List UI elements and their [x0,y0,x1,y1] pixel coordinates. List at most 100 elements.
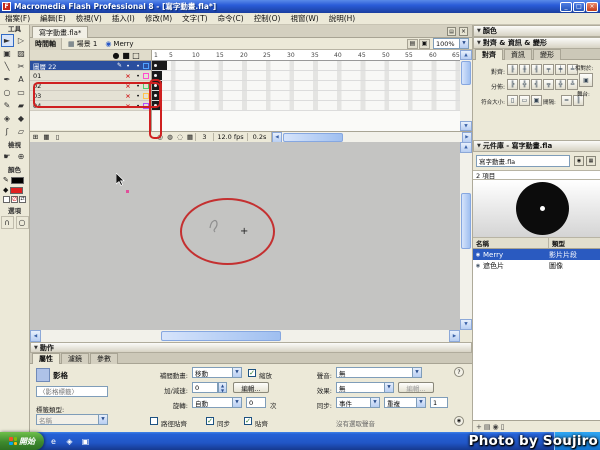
hand-tool[interactable]: ☛ [1,150,14,163]
library-item[interactable]: ◉ Merry 影片片段 [473,249,600,260]
match-size-button[interactable]: ▯ [507,95,518,106]
align-panel-header[interactable]: ▼ 對齊 & 資訊 & 變形 [473,37,600,49]
timeline-vscrollbar[interactable]: ▲ ▼ [460,50,472,131]
snap-path-checkbox[interactable] [150,417,158,425]
menu-item-help[interactable]: 說明(H) [324,13,361,24]
quick-launch-browser-icon[interactable]: e [47,435,60,448]
menu-item-view[interactable]: 檢視(V) [71,13,107,24]
scroll-thumb[interactable] [283,133,343,142]
layer-row[interactable]: 02 × • [30,81,151,91]
scene-breadcrumb[interactable]: 場景 1 [77,39,98,49]
frames-grid[interactable] [152,61,460,111]
repeat-select[interactable]: 重複 ▼ [384,397,426,408]
frame-row[interactable] [152,71,460,81]
match-size-button[interactable]: ▣ [531,95,542,106]
layer-row[interactable]: 03 × • [30,91,151,101]
menu-item-edit[interactable]: 編輯(E) [35,13,71,24]
maximize-button[interactable]: □ [573,2,585,12]
menu-item-modify[interactable]: 修改(M) [140,13,177,24]
outline-color-swatch[interactable] [143,93,149,99]
scroll-right-button[interactable]: ▶ [462,132,472,143]
label-type-select[interactable]: 名稱 ▼ [36,414,108,425]
stroke-color-swatch[interactable] [11,177,24,184]
align-button[interactable]: ╢ [531,64,542,75]
lock-toggle[interactable]: • [133,62,143,70]
column-header-name[interactable]: 名稱 [473,238,549,248]
ease-edit-button[interactable]: 編輯... [233,382,269,393]
outline-icon[interactable]: □ [131,51,141,60]
layer-row[interactable]: 圖層 22 ✎ • • [30,61,151,71]
distribute-button[interactable]: ╬ [555,79,566,90]
paint-bucket-tool[interactable]: ◆ [15,112,28,125]
onion-skin-icon[interactable]: ◍ [165,133,175,141]
actions-panel-header[interactable]: ▼ 動作 [30,342,472,353]
menu-item-insert[interactable]: 插入(I) [107,13,140,24]
distribute-button[interactable]: ╠ [507,79,518,90]
library-panel-header[interactable]: ▼ 元件庫 - 寫字動畫.fla [473,140,600,152]
visibility-toggle[interactable]: × [123,92,133,100]
tab-filters[interactable]: 濾鏡 [61,353,89,364]
scroll-thumb[interactable] [161,331,281,341]
align-button[interactable]: ╟ [507,64,518,75]
lock-icon[interactable]: ■ [121,51,131,60]
delete-layer-icon[interactable]: ▯ [52,133,63,141]
subselection-tool[interactable]: ▷ [15,34,28,47]
stage-hscrollbar[interactable]: ◀ ▶ [30,330,460,342]
document-close-button[interactable]: × [459,27,468,36]
scroll-up-button[interactable]: ▲ [460,142,472,153]
menu-item-file[interactable]: 檔案(F) [0,13,35,24]
minimize-button[interactable]: _ [560,2,572,12]
scroll-thumb[interactable] [461,61,471,85]
library-doc-select[interactable]: 寫字動畫.fla [476,155,570,167]
outline-color-swatch[interactable] [143,73,149,79]
visibility-toggle[interactable]: × [123,102,133,110]
scroll-up-button[interactable]: ▲ [460,50,472,60]
menu-item-control[interactable]: 控制(O) [249,13,286,24]
zoom-select[interactable]: 100% ▼ [433,38,469,49]
scale-checkbox[interactable]: ✓ [248,369,256,377]
sound-select[interactable]: 無 ▼ [336,367,422,378]
frame-row[interactable] [152,81,460,91]
rotate-select[interactable]: 自動 ▼ [192,397,242,408]
oval-tool[interactable]: ○ [1,86,14,99]
panel-maximize-icon[interactable]: ▤ [447,27,456,36]
align-button[interactable]: ╫ [519,64,530,75]
menu-item-window[interactable]: 視窗(W) [285,13,323,24]
tab-info[interactable]: 資訊 [504,49,532,60]
scroll-left-button[interactable]: ◀ [272,132,282,143]
lock-toggle[interactable]: • [133,102,143,110]
close-button[interactable]: × [586,2,598,12]
color-panel-header[interactable]: ▼ 顏色 [473,25,600,37]
outline-color-swatch[interactable] [143,63,149,69]
visibility-toggle[interactable]: × [123,82,133,90]
delete-item-button[interactable]: ▯ [501,423,505,431]
fill-color-swatch[interactable] [10,187,23,194]
frame-row[interactable] [152,61,460,71]
layer-row[interactable]: 04 × • [30,101,151,111]
menu-item-commands[interactable]: 命令(C) [213,13,249,24]
eyedropper-tool[interactable]: ʃ [1,125,14,138]
tab-align[interactable]: 對齊 [475,49,503,60]
effect-select[interactable]: 無 ▼ [336,382,394,393]
panel-menu-icon[interactable]: ◉ [454,416,464,426]
library-item[interactable]: ◉ 遮色片 圖像 [473,260,600,271]
frame-label-input[interactable] [36,386,108,397]
frame-row[interactable] [152,101,460,111]
ink-bottle-tool[interactable]: ◈ [1,112,14,125]
layer-row[interactable]: 01 × • [30,71,151,81]
tween-select[interactable]: 移動 ▼ [192,367,242,378]
edit-scene-button[interactable]: ▤ [407,39,418,49]
lock-toggle[interactable]: • [133,72,143,80]
space-button[interactable]: ═ [561,95,572,106]
eraser-tool[interactable]: ▱ [15,125,28,138]
align-button[interactable]: ╤ [543,64,554,75]
center-frame-icon[interactable]: ◎ [155,133,165,141]
quick-launch-desktop-icon[interactable]: ◈ [63,435,76,448]
line-tool[interactable]: ╲ [1,60,14,73]
sync-select[interactable]: 事件 ▼ [336,397,380,408]
text-tool[interactable]: A [15,73,28,86]
smooth-option-button[interactable]: ○ [16,216,29,229]
swap-colors-button[interactable]: ⇄ [19,196,26,203]
effect-edit-button[interactable]: 編輯... [398,382,434,393]
lock-toggle[interactable]: • [133,92,143,100]
